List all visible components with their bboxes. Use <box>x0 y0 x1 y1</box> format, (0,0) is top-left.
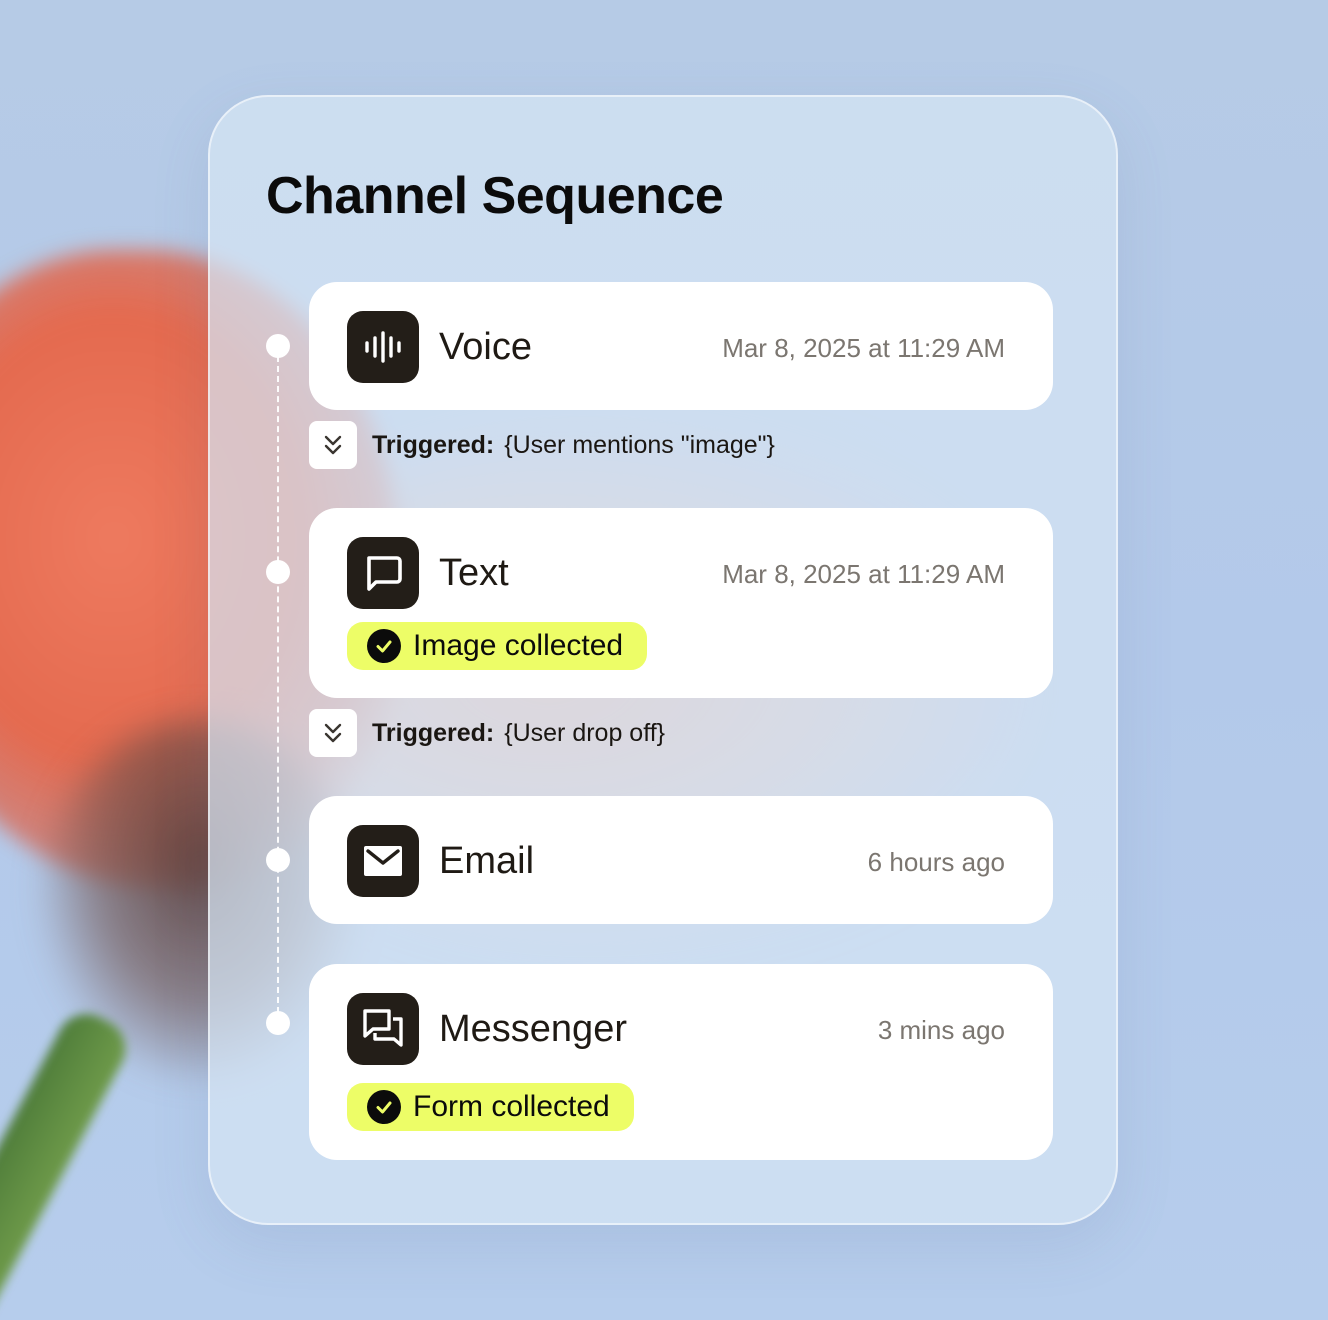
trigger-label: Triggered: <box>372 430 495 459</box>
channel-name: Email <box>439 840 535 882</box>
timeline-dot-text <box>266 560 290 584</box>
status-badge: Form collected <box>347 1083 634 1131</box>
check-circle-icon <box>367 1090 401 1124</box>
timeline-connector <box>277 346 279 1023</box>
envelope-icon <box>347 825 419 897</box>
channel-name: Voice <box>439 326 532 368</box>
channel-card-messenger[interactable]: Messenger 3 mins ago Form collected <box>309 964 1053 1160</box>
trigger-condition: {User mentions "image"} <box>504 430 775 459</box>
channel-timestamp: 6 hours ago <box>867 847 1005 877</box>
chevrons-down-icon[interactable] <box>309 421 357 469</box>
timeline-dot-voice <box>266 334 290 358</box>
messenger-bubbles-icon <box>347 993 419 1065</box>
channel-timestamp: Mar 8, 2025 at 11:29 AM <box>722 559 1005 589</box>
channel-card-text[interactable]: Text Mar 8, 2025 at 11:29 AM Image colle… <box>309 508 1053 698</box>
timeline-dot-messenger <box>266 1011 290 1035</box>
channel-timestamp: Mar 8, 2025 at 11:29 AM <box>722 333 1005 363</box>
chevrons-down-icon[interactable] <box>309 709 357 757</box>
page-title: Channel Sequence <box>266 167 724 225</box>
channel-card-voice[interactable]: Voice Mar 8, 2025 at 11:29 AM <box>309 282 1053 410</box>
badge-label: Form collected <box>413 1090 610 1123</box>
channel-timestamp: 3 mins ago <box>877 1015 1005 1045</box>
status-badge: Image collected <box>347 622 648 670</box>
trigger-row[interactable]: Triggered: {User mentions "image"} <box>309 421 775 469</box>
timeline-dot-email <box>266 848 290 872</box>
trigger-label: Triggered: <box>372 718 495 747</box>
trigger-row[interactable]: Triggered: {User drop off} <box>309 709 665 757</box>
voice-waveform-icon <box>347 311 419 383</box>
flower-stem <box>0 1003 136 1320</box>
check-circle-icon <box>367 629 401 663</box>
channel-name: Text <box>439 552 509 594</box>
channel-card-email[interactable]: Email 6 hours ago <box>309 796 1053 924</box>
chat-bubble-icon <box>347 537 419 609</box>
trigger-condition: {User drop off} <box>504 718 666 747</box>
channel-name: Messenger <box>439 1008 627 1050</box>
badge-label: Image collected <box>413 629 624 662</box>
